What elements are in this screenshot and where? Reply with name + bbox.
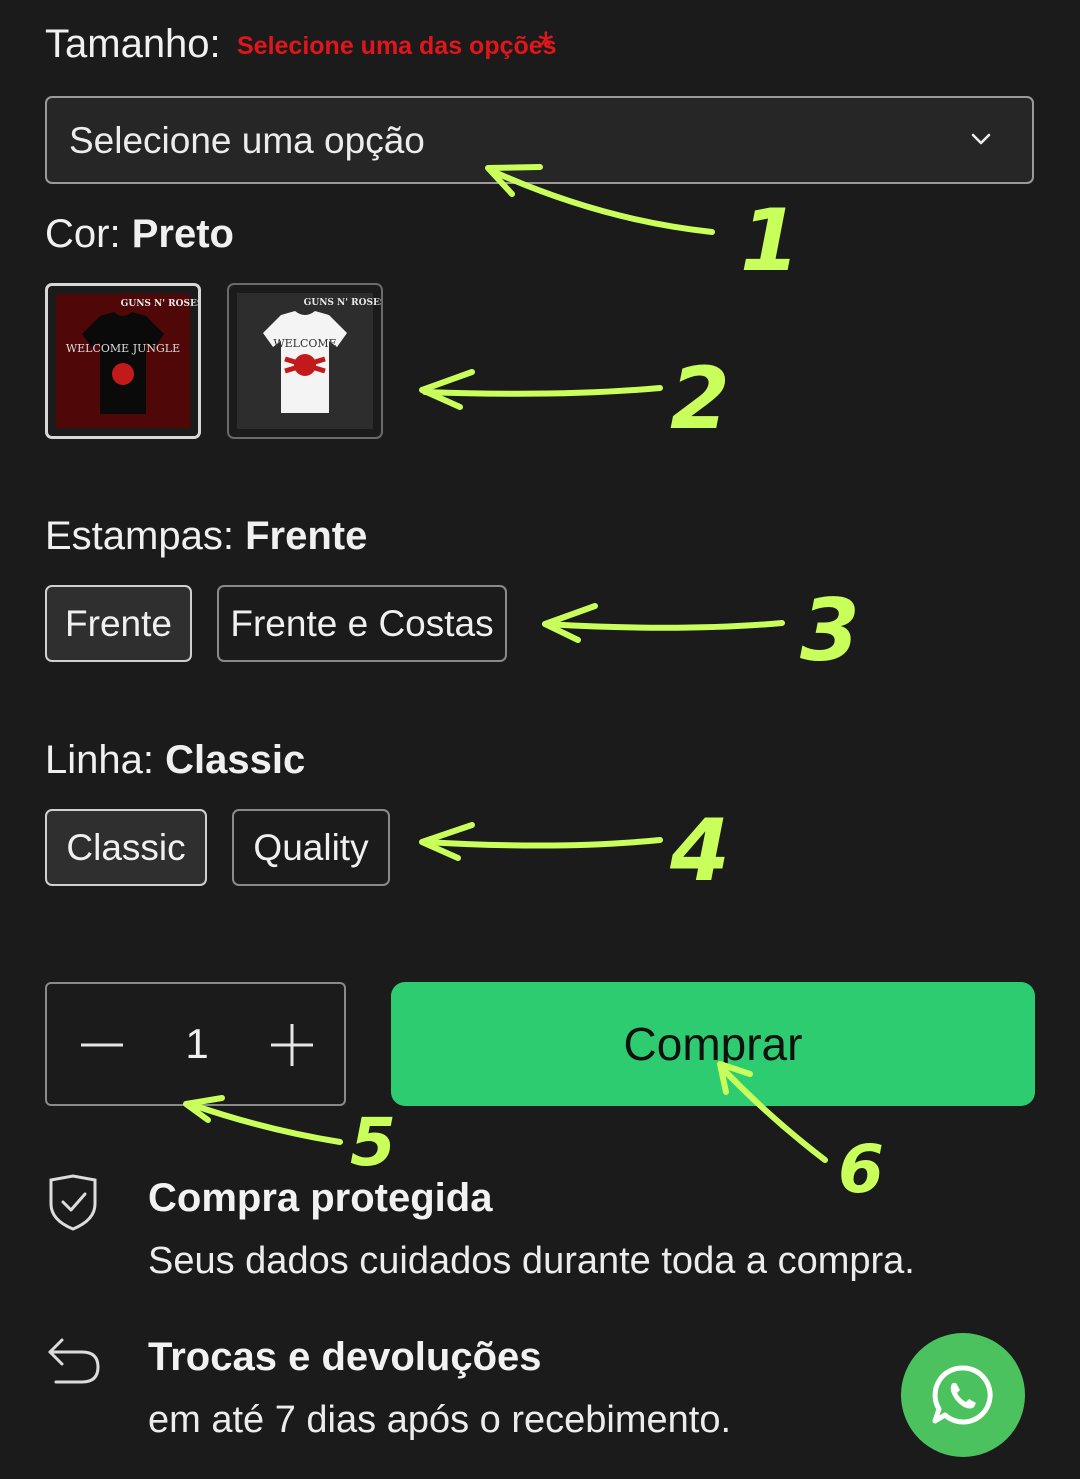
line-label: Linha: Classic [45, 738, 306, 782]
size-select-value: Selecione uma opção [69, 120, 425, 161]
annotation-arrow-2 [419, 369, 663, 410]
annotation-number-4: 4 [669, 801, 730, 901]
buy-button[interactable]: Comprar [391, 982, 1035, 1106]
swatch-print-text: WELCOME JUNGLE [66, 342, 180, 355]
return-arrow-icon [48, 1338, 100, 1384]
line-option-classic[interactable]: Classic [45, 809, 207, 886]
shield-check-icon [49, 1174, 97, 1231]
color-label: Cor: Preto [45, 212, 234, 256]
size-label: Tamanho: [45, 22, 221, 66]
swatch-brand-text: GUNS N' ROSES [121, 299, 198, 309]
color-swatch-white[interactable]: GUNS N' ROSES WELCOME [227, 283, 383, 439]
size-required-message: Selecione uma das opções [237, 32, 557, 60]
chevron-down-icon [971, 133, 991, 145]
annotation-number-5: 5 [350, 1104, 396, 1181]
swatch-print-text: WELCOME [273, 337, 336, 350]
print-label: Estampas: Frente [45, 514, 368, 558]
protected-purchase-title: Compra protegida [148, 1176, 493, 1220]
white-tshirt-thumbnail: GUNS N' ROSES WELCOME [237, 293, 381, 429]
whatsapp-button[interactable] [901, 1333, 1025, 1457]
color-swatch-black[interactable]: GUNS N' ROSES WELCOME JUNGLE [45, 283, 201, 439]
line-option-quality[interactable]: Quality [232, 809, 390, 886]
annotation-number-3: 3 [800, 581, 860, 681]
whatsapp-icon [932, 1365, 993, 1425]
annotation-arrow-3 [542, 603, 785, 643]
quantity-stepper[interactable]: 1 [45, 982, 346, 1106]
print-option-frente-e-costas[interactable]: Frente e Costas [217, 585, 507, 662]
black-tshirt-thumbnail: GUNS N' ROSES WELCOME JUNGLE [56, 294, 198, 428]
annotation-arrow-4 [419, 822, 663, 861]
returns-text: em até 7 dias após o recebimento. [148, 1399, 732, 1441]
annotation-number-1: 1 [740, 191, 800, 291]
swatch-brand-text: GUNS N' ROSES [304, 298, 381, 308]
size-select[interactable]: Selecione uma opção [45, 96, 1034, 184]
returns-title: Trocas e devoluções [148, 1335, 542, 1379]
annotation-number-6: 6 [838, 1131, 884, 1208]
protected-purchase-text: Seus dados cuidados durante toda a compr… [148, 1240, 915, 1282]
required-asterisk: * [538, 24, 554, 68]
print-option-frente[interactable]: Frente [45, 585, 192, 662]
plus-icon[interactable] [271, 1024, 313, 1066]
quantity-value[interactable]: 1 [177, 1020, 217, 1068]
annotation-number-2: 2 [670, 349, 730, 449]
minus-icon[interactable] [81, 1042, 123, 1048]
